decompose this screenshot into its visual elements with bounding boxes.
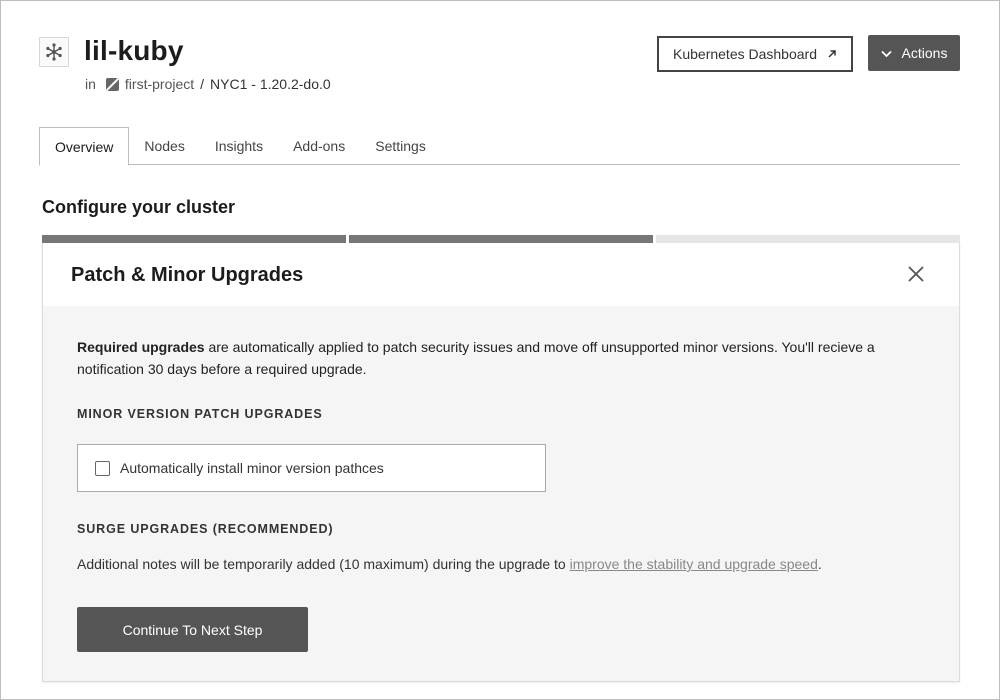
auto-install-checkbox-row[interactable]: Automatically install minor version path… [77,444,546,492]
project-icon [105,77,119,91]
tab-settings[interactable]: Settings [360,127,441,165]
region-version: NYC1 - 1.20.2-do.0 [210,76,331,92]
close-icon [908,266,924,282]
actions-label: Actions [901,45,948,61]
surge-info-link[interactable]: improve the stability and upgrade speed [570,556,818,572]
surge-note: Additional notes will be temporarily add… [77,556,822,572]
kubernetes-dashboard-button[interactable]: Kubernetes Dashboard [657,36,853,72]
tab-add-ons[interactable]: Add-ons [278,127,360,165]
auto-install-checkbox[interactable] [95,460,110,476]
progress-step-1 [42,235,346,243]
actions-button[interactable]: Actions [868,35,960,71]
project-link[interactable]: first-project [125,76,194,92]
close-button[interactable] [907,265,925,283]
auto-install-label: Automatically install minor version path… [120,460,384,476]
panel-header: Patch & Minor Upgrades [43,243,959,306]
section-title: Configure your cluster [42,197,236,217]
cluster-meta: in first-project / NYC1 - 1.20.2-do.0 [85,76,331,92]
cluster-icon [39,37,69,67]
progress-step-2 [349,235,653,243]
tab-bar: Overview Nodes Insights Add-ons Settings [39,127,960,166]
required-upgrades-bold: Required upgrades [77,339,205,355]
surge-note-end: . [817,556,822,572]
progress-step-3 [656,235,960,243]
cluster-title: lil-kuby [84,35,184,66]
meta-in-label: in [85,76,96,92]
external-link-icon [827,46,837,62]
continue-button[interactable]: Continue To Next Step [77,607,308,652]
kubernetes-dashboard-label: Kubernetes Dashboard [673,46,817,62]
step-progress-bar [42,235,960,243]
tab-nodes[interactable]: Nodes [129,127,199,165]
chevron-down-icon [880,45,892,61]
meta-separator: / [200,76,205,92]
tab-insights[interactable]: Insights [200,127,278,165]
panel-title: Patch & Minor Upgrades [71,264,304,286]
upgrade-panel: Patch & Minor Upgrades Required upgrades… [42,243,960,682]
minor-patch-heading: MINOR VERSION PATCH UPGRADES [77,407,323,421]
surge-note-text: Additional notes will be temporarily add… [77,556,570,572]
app-window: lil-kuby in first-project / NYC1 - 1.20.… [0,0,1000,700]
tab-overview[interactable]: Overview [39,127,130,166]
upgrade-description: Required upgrades are automatically appl… [77,336,937,380]
surge-upgrades-heading: SURGE UPGRADES (RECOMMENDED) [77,522,334,536]
